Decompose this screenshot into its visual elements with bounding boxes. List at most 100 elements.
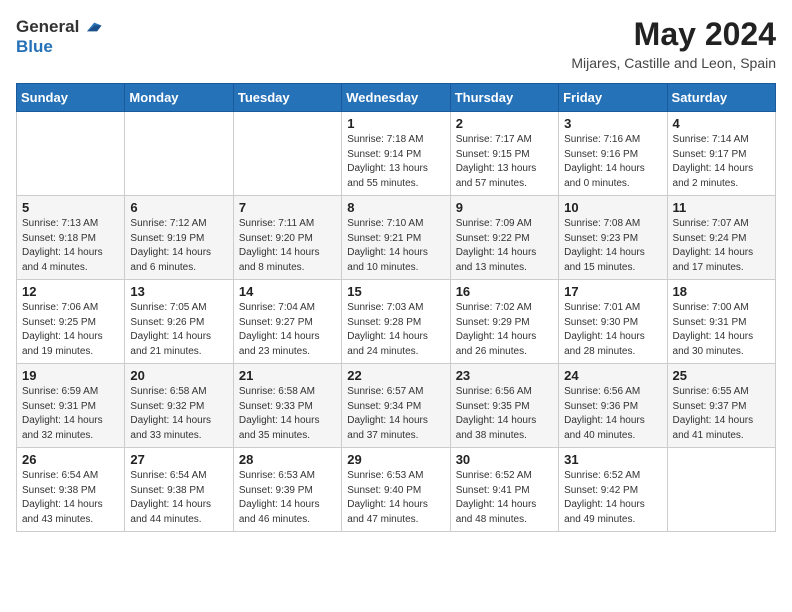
day-number: 23: [456, 368, 553, 383]
day-number: 25: [673, 368, 770, 383]
day-sun-info: Sunrise: 7:12 AMSunset: 9:19 PMDaylight:…: [130, 217, 227, 275]
weekday-header-thursday: Thursday: [450, 84, 558, 112]
calendar-cell: 15 Sunrise: 7:03 AMSunset: 9:28 PMDayligh…: [342, 280, 450, 364]
day-number: 17: [564, 284, 661, 299]
day-number: 7: [239, 200, 336, 215]
day-sun-info: Sunrise: 6:52 AMSunset: 9:42 PMDaylight:…: [564, 469, 661, 527]
calendar-cell: 21 Sunrise: 6:58 AMSunset: 9:33 PMDayligh…: [233, 364, 341, 448]
calendar-cell: 1 Sunrise: 7:18 AMSunset: 9:14 PMDaylight…: [342, 112, 450, 196]
weekday-header-monday: Monday: [125, 84, 233, 112]
calendar-cell: [17, 112, 125, 196]
calendar-cell: 3 Sunrise: 7:16 AMSunset: 9:16 PMDaylight…: [559, 112, 667, 196]
weekday-header-tuesday: Tuesday: [233, 84, 341, 112]
day-sun-info: Sunrise: 7:06 AMSunset: 9:25 PMDaylight:…: [22, 301, 119, 359]
calendar-cell: 26 Sunrise: 6:54 AMSunset: 9:38 PMDayligh…: [17, 448, 125, 532]
calendar-cell: 23 Sunrise: 6:56 AMSunset: 9:35 PMDayligh…: [450, 364, 558, 448]
day-sun-info: Sunrise: 7:13 AMSunset: 9:18 PMDaylight:…: [22, 217, 119, 275]
title-block: May 2024 Mijares, Castille and Leon, Spa…: [571, 16, 776, 71]
day-number: 29: [347, 452, 444, 467]
day-number: 4: [673, 116, 770, 131]
day-sun-info: Sunrise: 6:52 AMSunset: 9:41 PMDaylight:…: [456, 469, 553, 527]
day-number: 27: [130, 452, 227, 467]
calendar-cell: 27 Sunrise: 6:54 AMSunset: 9:38 PMDayligh…: [125, 448, 233, 532]
calendar-cell: [667, 448, 775, 532]
day-number: 11: [673, 200, 770, 215]
logo-bird-icon: [81, 16, 103, 38]
calendar-cell: 18 Sunrise: 7:00 AMSunset: 9:31 PMDayligh…: [667, 280, 775, 364]
day-sun-info: Sunrise: 7:09 AMSunset: 9:22 PMDaylight:…: [456, 217, 553, 275]
day-sun-info: Sunrise: 7:16 AMSunset: 9:16 PMDaylight:…: [564, 133, 661, 191]
calendar-cell: 9 Sunrise: 7:09 AMSunset: 9:22 PMDaylight…: [450, 196, 558, 280]
calendar-cell: 25 Sunrise: 6:55 AMSunset: 9:37 PMDayligh…: [667, 364, 775, 448]
day-number: 3: [564, 116, 661, 131]
day-sun-info: Sunrise: 6:55 AMSunset: 9:37 PMDaylight:…: [673, 385, 770, 443]
weekday-header-sunday: Sunday: [17, 84, 125, 112]
calendar-cell: 17 Sunrise: 7:01 AMSunset: 9:30 PMDayligh…: [559, 280, 667, 364]
calendar-cell: 14Sunrise: 7:04 AMSunset: 9:27 PMDayligh…: [233, 280, 341, 364]
calendar-cell: 31 Sunrise: 6:52 AMSunset: 9:42 PMDayligh…: [559, 448, 667, 532]
location-subtitle: Mijares, Castille and Leon, Spain: [571, 55, 776, 71]
day-number: 18: [673, 284, 770, 299]
day-sun-info: Sunrise: 6:53 AMSunset: 9:39 PMDaylight:…: [239, 469, 336, 527]
day-number: 6: [130, 200, 227, 215]
calendar-cell: 4 Sunrise: 7:14 AMSunset: 9:17 PMDaylight…: [667, 112, 775, 196]
day-sun-info: Sunrise: 7:03 AMSunset: 9:28 PMDaylight:…: [347, 301, 444, 359]
day-number: 15: [347, 284, 444, 299]
day-number: 1: [347, 116, 444, 131]
calendar-cell: 13Sunrise: 7:05 AMSunset: 9:26 PMDayligh…: [125, 280, 233, 364]
day-sun-info: Sunrise: 6:57 AMSunset: 9:34 PMDaylight:…: [347, 385, 444, 443]
calendar-cell: 19 Sunrise: 6:59 AMSunset: 9:31 PMDayligh…: [17, 364, 125, 448]
calendar-week-row: 26 Sunrise: 6:54 AMSunset: 9:38 PMDayligh…: [17, 448, 776, 532]
day-number: 2: [456, 116, 553, 131]
calendar-cell: 29 Sunrise: 6:53 AMSunset: 9:40 PMDayligh…: [342, 448, 450, 532]
day-sun-info: Sunrise: 7:00 AMSunset: 9:31 PMDaylight:…: [673, 301, 770, 359]
calendar-cell: [233, 112, 341, 196]
day-sun-info: Sunrise: 6:53 AMSunset: 9:40 PMDaylight:…: [347, 469, 444, 527]
day-sun-info: Sunrise: 7:01 AMSunset: 9:30 PMDaylight:…: [564, 301, 661, 359]
day-number: 19: [22, 368, 119, 383]
day-sun-info: Sunrise: 6:58 AMSunset: 9:33 PMDaylight:…: [239, 385, 336, 443]
weekday-header-friday: Friday: [559, 84, 667, 112]
day-sun-info: Sunrise: 7:05 AMSunset: 9:26 PMDaylight:…: [130, 301, 227, 359]
day-sun-info: Sunrise: 6:58 AMSunset: 9:32 PMDaylight:…: [130, 385, 227, 443]
day-number: 21: [239, 368, 336, 383]
day-sun-info: Sunrise: 6:54 AMSunset: 9:38 PMDaylight:…: [130, 469, 227, 527]
calendar-cell: [125, 112, 233, 196]
calendar-week-row: 19 Sunrise: 6:59 AMSunset: 9:31 PMDayligh…: [17, 364, 776, 448]
day-number: 28: [239, 452, 336, 467]
day-number: 14: [239, 284, 336, 299]
weekday-header-wednesday: Wednesday: [342, 84, 450, 112]
calendar-table: SundayMondayTuesdayWednesdayThursdayFrid…: [16, 83, 776, 532]
day-sun-info: Sunrise: 6:56 AMSunset: 9:35 PMDaylight:…: [456, 385, 553, 443]
day-number: 10: [564, 200, 661, 215]
day-sun-info: Sunrise: 6:59 AMSunset: 9:31 PMDaylight:…: [22, 385, 119, 443]
day-sun-info: Sunrise: 6:54 AMSunset: 9:38 PMDaylight:…: [22, 469, 119, 527]
calendar-week-row: 12Sunrise: 7:06 AMSunset: 9:25 PMDayligh…: [17, 280, 776, 364]
calendar-cell: 5Sunrise: 7:13 AMSunset: 9:18 PMDaylight…: [17, 196, 125, 280]
calendar-cell: 24Sunrise: 6:56 AMSunset: 9:36 PMDayligh…: [559, 364, 667, 448]
day-number: 30: [456, 452, 553, 467]
calendar-cell: 30 Sunrise: 6:52 AMSunset: 9:41 PMDayligh…: [450, 448, 558, 532]
day-sun-info: Sunrise: 7:07 AMSunset: 9:24 PMDaylight:…: [673, 217, 770, 275]
day-sun-info: Sunrise: 7:18 AMSunset: 9:14 PMDaylight:…: [347, 133, 444, 191]
calendar-cell: 6 Sunrise: 7:12 AMSunset: 9:19 PMDaylight…: [125, 196, 233, 280]
calendar-cell: 8Sunrise: 7:10 AMSunset: 9:21 PMDaylight…: [342, 196, 450, 280]
calendar-cell: 16Sunrise: 7:02 AMSunset: 9:29 PMDayligh…: [450, 280, 558, 364]
day-number: 20: [130, 368, 227, 383]
logo: General Blue: [16, 16, 103, 57]
day-sun-info: Sunrise: 7:08 AMSunset: 9:23 PMDaylight:…: [564, 217, 661, 275]
calendar-cell: 10 Sunrise: 7:08 AMSunset: 9:23 PMDayligh…: [559, 196, 667, 280]
month-year-title: May 2024: [571, 16, 776, 53]
day-sun-info: Sunrise: 7:02 AMSunset: 9:29 PMDaylight:…: [456, 301, 553, 359]
calendar-week-row: 5Sunrise: 7:13 AMSunset: 9:18 PMDaylight…: [17, 196, 776, 280]
day-number: 24: [564, 368, 661, 383]
day-number: 8: [347, 200, 444, 215]
weekday-header-row: SundayMondayTuesdayWednesdayThursdayFrid…: [17, 84, 776, 112]
day-number: 31: [564, 452, 661, 467]
calendar-cell: 22Sunrise: 6:57 AMSunset: 9:34 PMDayligh…: [342, 364, 450, 448]
day-number: 9: [456, 200, 553, 215]
day-sun-info: Sunrise: 7:14 AMSunset: 9:17 PMDaylight:…: [673, 133, 770, 191]
weekday-header-saturday: Saturday: [667, 84, 775, 112]
day-number: 26: [22, 452, 119, 467]
calendar-cell: 11 Sunrise: 7:07 AMSunset: 9:24 PMDayligh…: [667, 196, 775, 280]
